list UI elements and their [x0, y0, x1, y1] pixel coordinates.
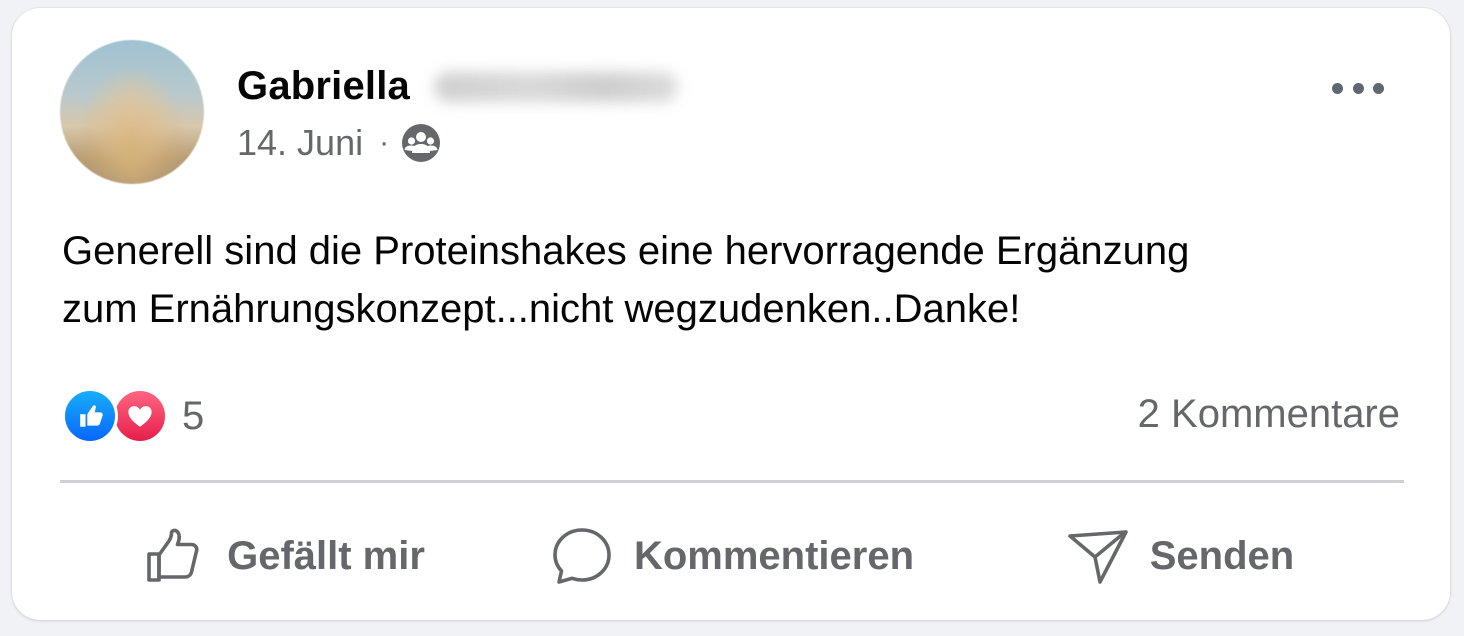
reaction-count[interactable]: 5 [182, 394, 204, 439]
like-reaction-icon [62, 388, 118, 444]
thumbs-up-icon [147, 528, 199, 582]
like-button[interactable]: Gefällt mir [60, 524, 508, 588]
comments-count[interactable]: 2 Kommentare [1138, 392, 1400, 437]
send-button[interactable]: Senden [956, 524, 1404, 588]
author-avatar[interactable] [60, 40, 204, 184]
post-card: Gabriella 14. Juni · Generell sind die P… [12, 8, 1450, 620]
send-icon [1067, 530, 1128, 584]
like-label: Gefällt mir [227, 533, 425, 578]
author-surname-redacted [434, 71, 678, 102]
post-text: Generell sind die Proteinshakes eine her… [62, 229, 1190, 331]
comment-label: Kommentieren [633, 533, 915, 578]
friends-group-icon[interactable] [401, 123, 441, 163]
post-date[interactable]: 14. Juni [237, 122, 363, 164]
author-header: Gabriella [237, 64, 678, 109]
action-bar: Gefällt mir Kommentieren Senden [60, 508, 1404, 604]
love-reaction-icon [112, 388, 168, 444]
more-horizontal-icon[interactable] [1332, 68, 1384, 108]
reactions-summary[interactable]: 5 [62, 388, 204, 444]
author-name[interactable]: Gabriella [237, 64, 410, 109]
comment-button[interactable]: Kommentieren [508, 524, 956, 588]
comment-bubble-icon [553, 528, 611, 584]
meta-separator: · [379, 126, 390, 159]
send-label: Senden [1149, 533, 1295, 578]
post-meta: 14. Juni · [237, 122, 441, 164]
divider [60, 480, 1404, 483]
